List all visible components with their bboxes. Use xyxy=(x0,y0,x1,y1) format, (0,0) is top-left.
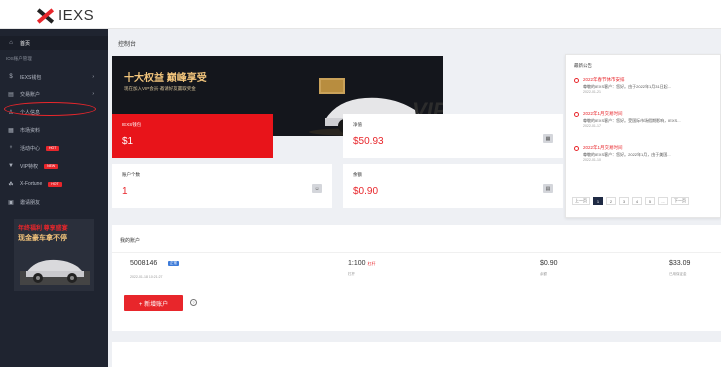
net-value: $50.93 xyxy=(353,136,384,147)
sidebar-item-label: 活动中心 xyxy=(20,145,41,152)
banner-subtitle: 现在加入VIP会员·邀请好友赢取奖金 xyxy=(124,86,196,91)
balance-value: $0.90 xyxy=(353,186,379,197)
sidebar-item-market[interactable]: ▦ 市场资料 xyxy=(0,123,108,137)
page-ellipsis: ... xyxy=(658,197,668,205)
leverage-column: 1:100 杠杆 杠杆 xyxy=(348,260,375,277)
account-balance-value: $0.90 xyxy=(540,260,558,267)
brand-logo[interactable]: IEXS xyxy=(36,7,94,24)
wallet-value: $1 xyxy=(122,136,134,147)
divider xyxy=(112,252,721,253)
fortune-icon: ☘ xyxy=(8,181,14,188)
top-bar: IEXS xyxy=(0,0,721,29)
highlight-annotation xyxy=(4,102,96,116)
announcements-panel: 最新公告 2022年春节休市安排 尊敬的IEXS客户：您好。由于2022年1月3… xyxy=(565,54,721,218)
wallet-card[interactable]: IEXS钱包 $1 xyxy=(112,114,273,158)
equity-column: $33.09 已用保证金 xyxy=(669,260,690,277)
bullet-icon xyxy=(574,146,579,151)
account-equity-label: 已用保证金 xyxy=(669,272,687,276)
iexs-logo-icon xyxy=(36,7,55,24)
sidebar-item-invite[interactable]: ▣ 邀请朋友 xyxy=(0,195,108,209)
my-accounts-panel: 我的账户 5008146 正常 2022-01-18 10:21:27 1:10… xyxy=(112,225,721,331)
announcement-headline: 2022年1月交易时间 xyxy=(583,111,623,116)
balance-card[interactable]: 余额 $0.90 ▤ xyxy=(343,164,563,208)
sidebar-section-title: IOS账户管理 xyxy=(6,56,32,61)
gift-icon: ♆ xyxy=(8,145,14,151)
main-content: 控制台 十大权益 巅峰享受 现在加入VIP会员·邀请好友赢取奖金 VIP IEX… xyxy=(108,29,721,367)
net-label: 净值 xyxy=(353,122,362,127)
sidebar-item-label: 邀请朋友 xyxy=(20,199,41,206)
account-equity-value: $33.09 xyxy=(669,260,691,267)
vip-icon: ▼ xyxy=(8,163,14,169)
leverage-label: 杠杆 xyxy=(348,272,355,276)
home-icon: ⌂ xyxy=(9,40,13,46)
sidebar-item-events[interactable]: ♆ 活动中心 HOT xyxy=(0,141,108,155)
account-date: 2022-01-18 10:21:27 xyxy=(130,275,163,279)
sidebar-item-label: VIP特权 xyxy=(20,163,39,170)
add-account-button[interactable]: + 新增账户 xyxy=(124,295,183,311)
leverage-tag[interactable]: 杠杆 xyxy=(367,261,375,266)
page-button[interactable]: 2 xyxy=(606,197,616,205)
bullet-icon xyxy=(574,112,579,117)
sidebar-item-home[interactable]: ⌂ 首页 xyxy=(0,36,108,50)
account-count-label: 账户个数 xyxy=(122,172,140,177)
announcement-date: 2022-01-21 xyxy=(583,90,601,94)
net-value-card[interactable]: 净值 $50.93 ▦ xyxy=(343,114,563,158)
hot-badge: HOT xyxy=(46,145,60,151)
sidebar-item-label: 交易账户 xyxy=(20,91,41,98)
sidebar-item-x-fortune[interactable]: ☘ X-Fortune HOT xyxy=(0,177,108,191)
pagination: 上一页 1 2 3 4 5 ... 下一页 xyxy=(572,197,689,205)
sidebar-item-label: IEXS钱包 xyxy=(20,74,42,81)
sidebar-item-label: 市场资料 xyxy=(20,127,41,134)
promo-line-2: 现金豪车拿不停 xyxy=(18,235,67,242)
chevron-right-icon: › xyxy=(92,91,94,97)
page-button[interactable]: 5 xyxy=(645,197,655,205)
invite-icon: ▣ xyxy=(8,199,14,206)
page-button[interactable]: 4 xyxy=(632,197,642,205)
wallet-icon: ▤ xyxy=(543,184,553,193)
promo-line-1: 年终福利 尊享盛宴 xyxy=(18,226,68,232)
account-balance-label: 余额 xyxy=(540,272,547,276)
grid-icon: ▦ xyxy=(8,127,14,134)
account-count-value: 1 xyxy=(122,186,128,197)
users-icon: ☺ xyxy=(312,184,322,193)
announcement-date: 2022-01-17 xyxy=(583,124,601,128)
account-status-badge: 正常 xyxy=(168,261,179,266)
sidebar-item-vip[interactable]: ▼ VIP特权 NEW xyxy=(0,159,108,173)
sidebar-item-trading-accounts[interactable]: ▤ 交易账户 › xyxy=(0,87,108,101)
banner-headline: 十大权益 巅峰享受 xyxy=(124,73,207,84)
help-icon[interactable]: ? xyxy=(190,299,197,306)
chevron-right-icon: › xyxy=(92,74,94,80)
announcements-title: 最新公告 xyxy=(574,63,592,68)
new-badge: NEW xyxy=(44,163,59,169)
logo-text: IEXS xyxy=(58,7,95,24)
document-icon: ▤ xyxy=(8,91,14,98)
sidebar-item-label: X-Fortune xyxy=(20,181,43,187)
calculator-icon: ▦ xyxy=(543,134,553,143)
announcement-date: 2022-01-10 xyxy=(583,158,601,162)
dollar-icon: $ xyxy=(9,74,13,80)
balance-column: $0.90 余额 xyxy=(540,260,558,277)
page-title: 控制台 xyxy=(118,42,137,48)
sidebar-item-label: 首页 xyxy=(20,40,31,47)
page-button[interactable]: 3 xyxy=(619,197,629,205)
account-number[interactable]: 5008146 xyxy=(130,260,157,267)
page-button[interactable]: 1 xyxy=(593,197,603,205)
hot-badge: HOT xyxy=(48,181,62,187)
leverage-value: 1:100 xyxy=(348,260,366,267)
sidebar: ⌂ 首页 IOS账户管理 $ IEXS钱包 › ▤ 交易账户 › ♙ 个人信息 … xyxy=(0,29,108,367)
my-accounts-title: 我的账户 xyxy=(120,238,141,244)
wallet-label: IEXS钱包 xyxy=(122,122,142,127)
car-image xyxy=(20,259,90,285)
account-count-card[interactable]: 账户个数 1 ☺ xyxy=(112,164,332,208)
balance-label: 余额 xyxy=(353,172,362,177)
promo-banner[interactable]: 年终福利 尊享盛宴 现金豪车拿不停 xyxy=(14,219,94,291)
bullet-icon xyxy=(574,78,579,83)
announcement-headline: 2022年1月交易时间 xyxy=(583,145,623,150)
sidebar-item-wallet[interactable]: $ IEXS钱包 › xyxy=(0,70,108,84)
next-page-button[interactable]: 下一页 xyxy=(671,197,689,205)
announcement-headline: 2022年春节休市安排 xyxy=(583,77,625,82)
footer-panel xyxy=(112,342,721,367)
prev-page-button[interactable]: 上一页 xyxy=(572,197,590,205)
